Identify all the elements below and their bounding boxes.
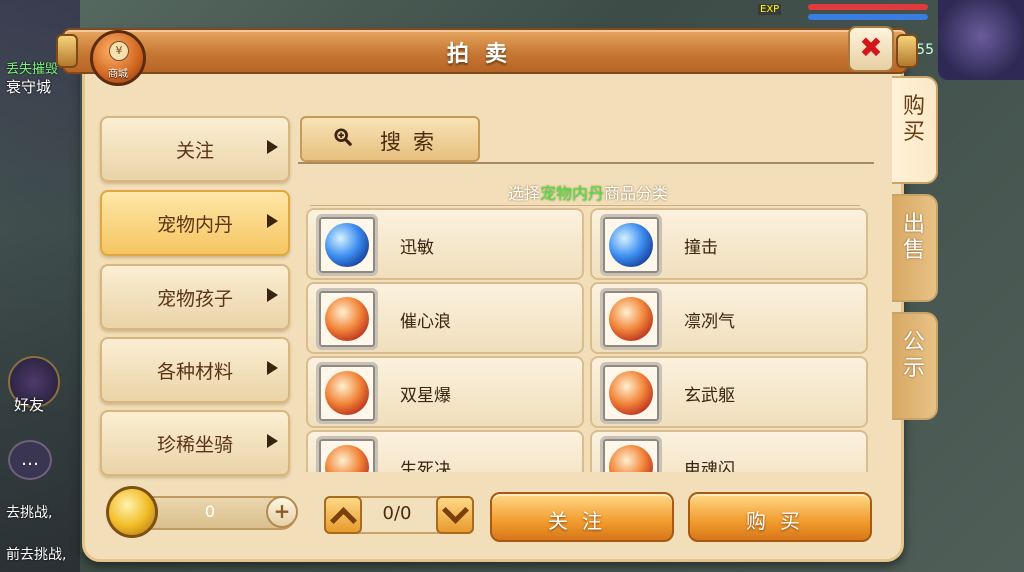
category-hint: 选择宠物内丹商品分类 — [300, 180, 876, 204]
close-button[interactable]: ✖ — [848, 26, 894, 72]
search-label: 搜索 — [380, 130, 446, 154]
item-list[interactable]: 迅敏 撞击 催心浪 凛冽气 双星爆 玄武躯 生死决 电魂闪 — [306, 208, 870, 472]
chat-icon[interactable]: … — [8, 440, 52, 480]
mp-bar — [808, 14, 928, 20]
skull-orb-icon — [325, 445, 369, 472]
item-xuanwuqu[interactable]: 玄武躯 — [590, 356, 868, 428]
item-frame — [316, 214, 378, 276]
tab-announce[interactable]: 公示 — [892, 312, 938, 420]
shop-label: 商城 — [108, 69, 128, 80]
category-pet-core[interactable]: 宠物内丹 — [100, 190, 290, 256]
hint-suffix: 商品分类 — [604, 184, 669, 203]
item-linlieqi[interactable]: 凛冽气 — [590, 282, 868, 354]
category-follow[interactable]: 关注 — [100, 116, 290, 182]
page-indicator: 0/0 — [382, 503, 412, 524]
window-title: 拍卖 — [446, 42, 523, 67]
item-frame — [600, 436, 662, 472]
item-zhuangji[interactable]: 撞击 — [590, 208, 868, 280]
red-orb-icon — [609, 371, 653, 415]
category-label: 各种材料 — [156, 361, 233, 383]
item-name: 凛冽气 — [684, 312, 735, 332]
hp-bar — [808, 4, 928, 10]
item-cuixinlang[interactable]: 催心浪 — [306, 282, 584, 354]
category-label: 关注 — [175, 140, 214, 162]
item-shuangxingbao[interactable]: 双星爆 — [306, 356, 584, 428]
arrow-right-icon — [267, 214, 278, 228]
page-up-button[interactable] — [324, 496, 362, 534]
friend-label: 好友 — [14, 396, 45, 414]
tab-label: 公示 — [902, 330, 925, 381]
red-orb-icon — [325, 371, 369, 415]
arrow-right-icon — [267, 140, 278, 154]
search-icon — [334, 128, 352, 146]
item-frame — [600, 288, 662, 350]
item-frame — [316, 362, 378, 424]
item-name: 双星爆 — [400, 386, 451, 406]
category-label: 宠物孩子 — [156, 288, 233, 310]
follow-label: 关注 — [548, 509, 616, 533]
category-mounts[interactable]: 珍稀坐骑 — [100, 410, 290, 476]
buy-button[interactable]: 购买 — [688, 492, 872, 542]
arrow-right-icon — [267, 361, 278, 375]
category-label: 宠物内丹 — [156, 214, 233, 236]
item-name: 电魂闪 — [684, 460, 735, 472]
yen-icon: ¥ — [109, 41, 129, 61]
red-orb-icon — [325, 297, 369, 341]
tab-label: 出售 — [902, 212, 925, 263]
buy-label: 购买 — [746, 509, 814, 533]
red-orb-icon — [609, 297, 653, 341]
item-name: 撞击 — [684, 238, 718, 258]
tab-label: 购买 — [902, 94, 925, 145]
blue-orb-icon — [609, 223, 653, 267]
currency-amount: 0 — [204, 502, 216, 521]
category-label: 珍稀坐骑 — [156, 434, 233, 456]
page-down-button[interactable] — [436, 496, 474, 534]
divider — [310, 205, 860, 206]
tab-sell[interactable]: 出售 — [892, 194, 938, 302]
map-label-1: 丢失摧毁 — [6, 62, 59, 77]
item-dianhunshan[interactable]: 电魂闪 — [590, 430, 868, 472]
item-xunmin[interactable]: 迅敏 — [306, 208, 584, 280]
item-name: 迅敏 — [400, 238, 434, 258]
search-button[interactable]: 搜索 — [300, 116, 480, 162]
swirl-orb-icon — [609, 445, 653, 472]
follow-button[interactable]: 关注 — [490, 492, 674, 542]
chevron-down-icon — [442, 497, 469, 524]
item-name: 生死决 — [400, 460, 451, 472]
category-materials[interactable]: 各种材料 — [100, 337, 290, 403]
category-pet-child[interactable]: 宠物孩子 — [100, 264, 290, 330]
title-ornament-right — [896, 34, 918, 68]
item-shengsijue[interactable]: 生死决 — [306, 430, 584, 472]
arrow-right-icon — [267, 288, 278, 302]
item-frame — [600, 362, 662, 424]
item-name: 催心浪 — [400, 312, 451, 332]
title-ornament-left — [56, 34, 78, 68]
player-avatar[interactable] — [938, 0, 1024, 80]
blue-orb-icon — [325, 223, 369, 267]
chat-line-2: 前去挑战, — [6, 547, 67, 563]
add-currency-button[interactable]: + — [266, 496, 298, 528]
divider — [298, 162, 874, 164]
item-frame — [316, 436, 378, 472]
status-bars: EXP — [758, 0, 938, 28]
hint-highlight: 宠物内丹 — [539, 184, 604, 203]
map-label-2: 衰守城 — [6, 78, 52, 96]
tab-buy[interactable]: 购买 — [892, 76, 938, 184]
item-frame — [600, 214, 662, 276]
item-name: 玄武躯 — [684, 386, 735, 406]
exp-tag: EXP — [758, 4, 782, 15]
title-bar: 拍卖 — [62, 28, 908, 74]
chat-line-1: 去挑战, — [6, 505, 53, 521]
shop-button[interactable]: ¥ 商城 — [90, 30, 146, 86]
arrow-right-icon — [267, 434, 278, 448]
hint-prefix: 选择 — [507, 184, 540, 203]
chevron-up-icon — [330, 507, 357, 534]
item-frame — [316, 288, 378, 350]
